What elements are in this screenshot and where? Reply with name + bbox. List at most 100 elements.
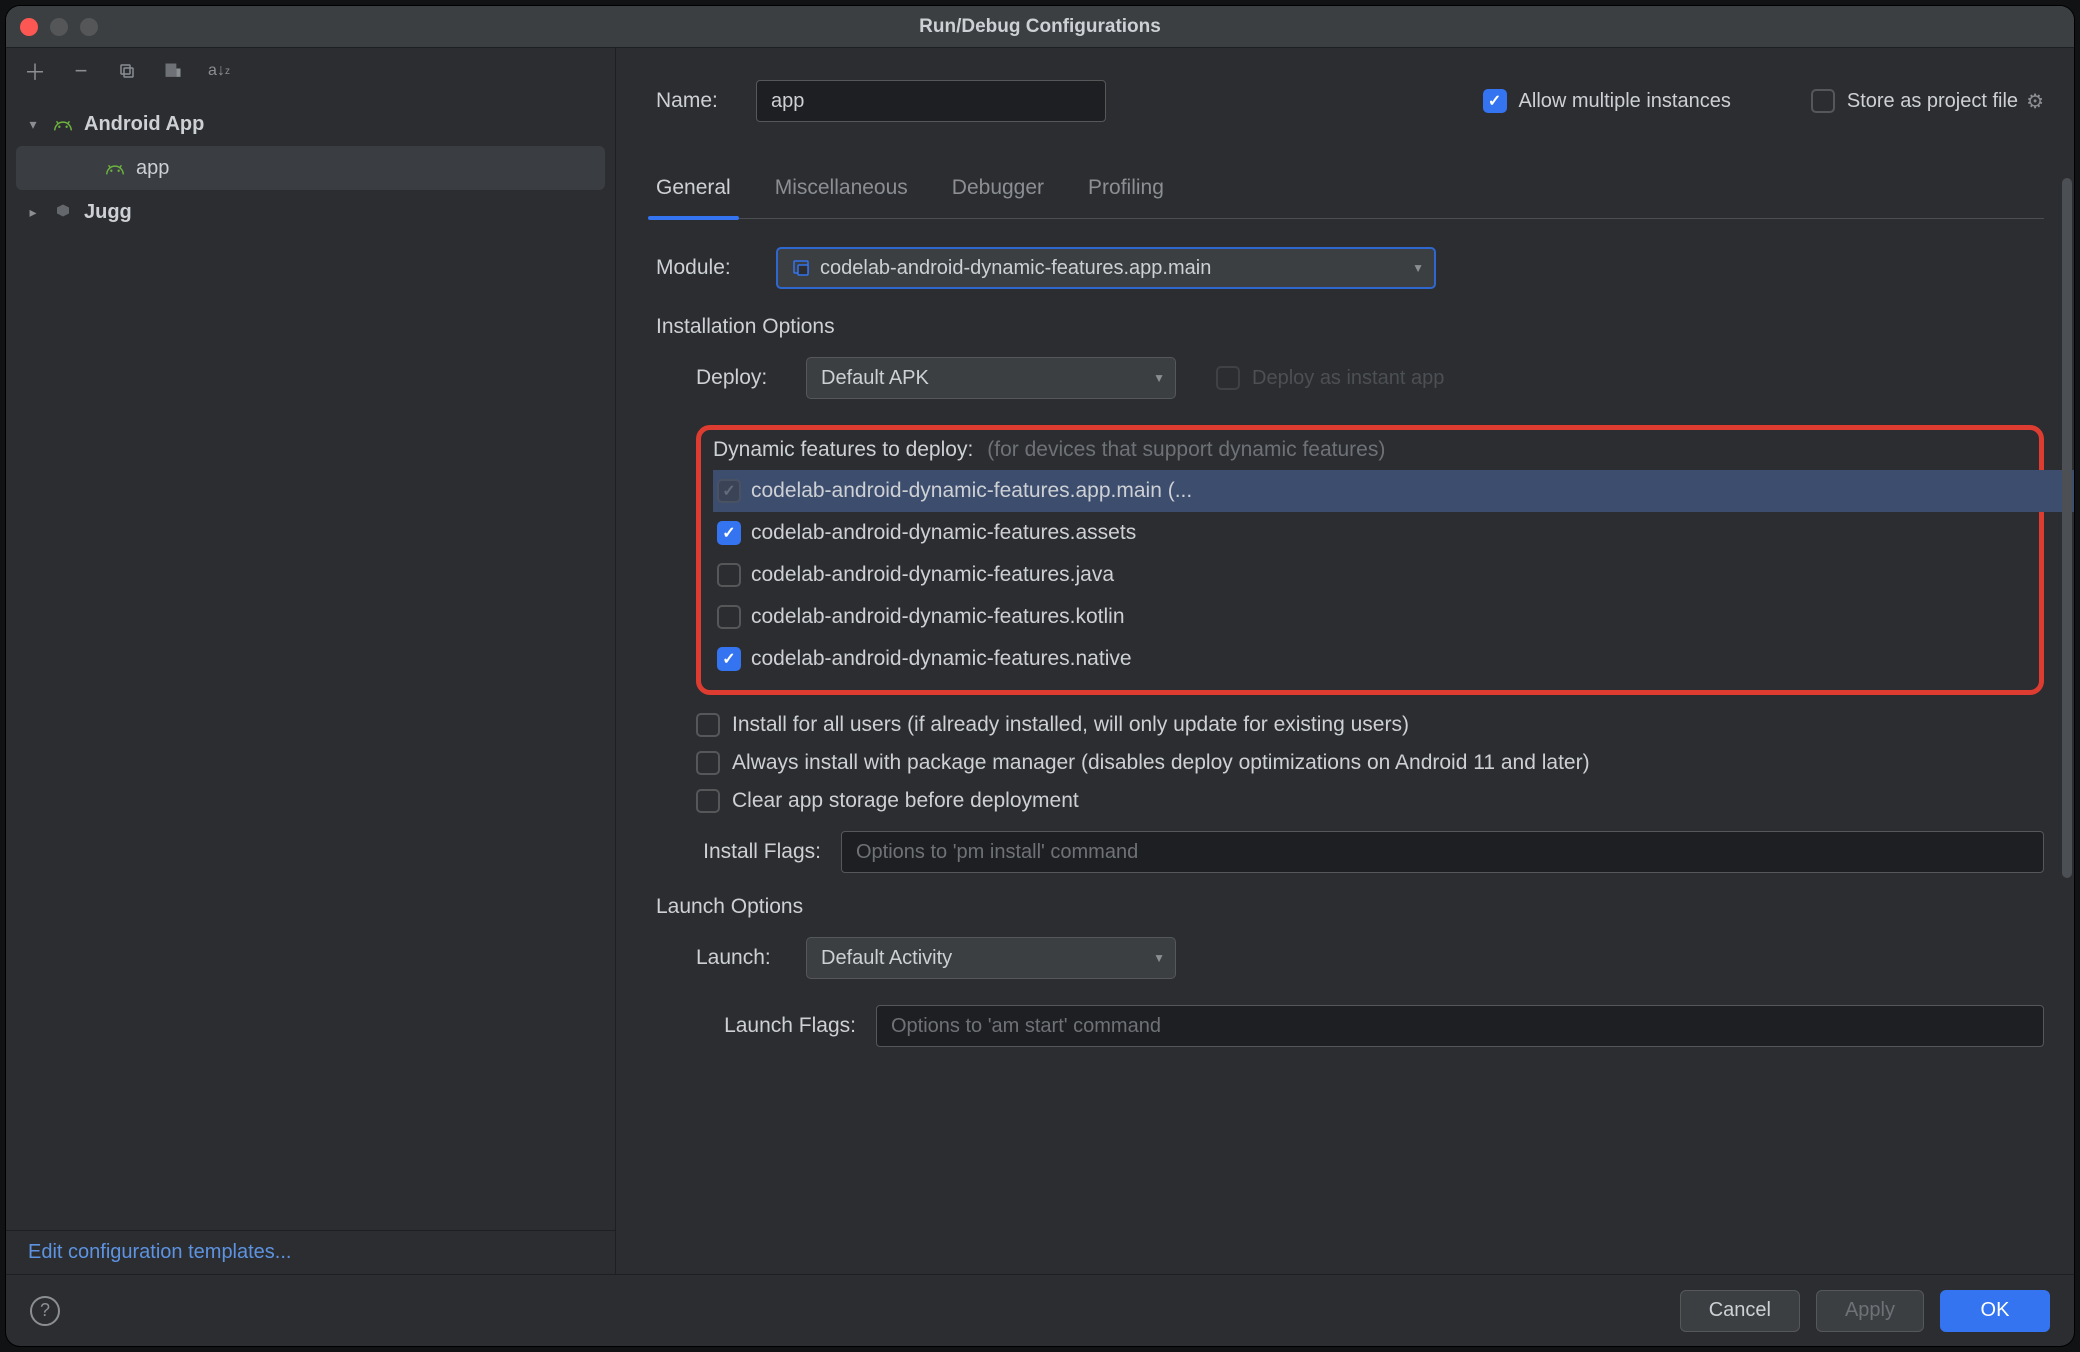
- dynamic-feature-item[interactable]: codelab-android-dynamic-features.native: [713, 638, 2027, 680]
- launch-block: Launch: Default Activity ▼ Launch Flags:: [656, 937, 2044, 1047]
- checkbox-label: Install for all users (if already instal…: [732, 713, 1409, 737]
- checkbox-icon: [1811, 89, 1835, 113]
- launch-select[interactable]: Default Activity ▼: [806, 937, 1176, 979]
- checkbox-label: Always install with package manager (dis…: [732, 751, 1590, 775]
- cancel-button[interactable]: Cancel: [1680, 1290, 1800, 1332]
- launch-flags-input[interactable]: [876, 1005, 2044, 1047]
- config-sidebar: ＋ − a↓z ▾ Android App: [6, 48, 616, 1274]
- name-row: Name: Allow multiple instances Store as …: [656, 80, 2044, 122]
- checkbox-icon: [717, 647, 741, 671]
- launch-value: Default Activity: [821, 947, 952, 970]
- chevron-down-icon: ▼: [1153, 371, 1165, 385]
- module-row: Module: codelab-android-dynamic-features…: [656, 247, 2044, 289]
- config-name-input[interactable]: [756, 80, 1106, 122]
- config-main: Name: Allow multiple instances Store as …: [616, 48, 2074, 1274]
- install-flags-input[interactable]: [841, 831, 2044, 873]
- tree-label: app: [136, 157, 169, 180]
- android-icon: [52, 113, 74, 135]
- launch-options-title: Launch Options: [656, 895, 2044, 919]
- chevron-down-icon: ▼: [1412, 261, 1424, 275]
- deploy-instant-checkbox: Deploy as instant app: [1216, 366, 1444, 390]
- scrollbar-thumb[interactable]: [2062, 178, 2072, 878]
- checkbox-icon: [717, 605, 741, 629]
- install-options-checks: Install for all users (if already instal…: [696, 713, 2044, 813]
- run-debug-config-window: Run/Debug Configurations ＋ − a↓z ▾: [6, 6, 2074, 1346]
- dynamic-features-hint: (for devices that support dynamic featur…: [987, 438, 1385, 462]
- name-label: Name:: [656, 89, 756, 113]
- tree-group-android-app[interactable]: ▾ Android App: [16, 102, 605, 146]
- save-config-icon[interactable]: [162, 60, 184, 82]
- tab-general[interactable]: General: [656, 176, 731, 218]
- window-title: Run/Debug Configurations: [6, 16, 2074, 38]
- allow-multiple-checkbox[interactable]: Allow multiple instances: [1483, 89, 1731, 113]
- dynamic-feature-label: codelab-android-dynamic-features.assets: [751, 521, 1136, 545]
- dynamic-feature-label: codelab-android-dynamic-features.native: [751, 647, 1132, 671]
- tab-debugger[interactable]: Debugger: [952, 176, 1044, 218]
- config-tree: ▾ Android App app ▸: [6, 94, 615, 1230]
- dynamic-feature-item[interactable]: codelab-android-dynamic-features.assets: [713, 512, 2027, 554]
- sort-config-icon[interactable]: a↓z: [208, 60, 230, 82]
- apply-button[interactable]: Apply: [1816, 1290, 1924, 1332]
- checkbox-icon: [1216, 366, 1240, 390]
- module-select[interactable]: codelab-android-dynamic-features.app.mai…: [776, 247, 1436, 289]
- tab-profiling[interactable]: Profiling: [1088, 176, 1164, 218]
- checkbox-icon: [1483, 89, 1507, 113]
- install-all-users-checkbox[interactable]: Install for all users (if already instal…: [696, 713, 2044, 737]
- tree-group-jugg[interactable]: ▸ Jugg: [16, 190, 605, 234]
- checkbox-icon: [696, 751, 720, 775]
- checkbox-icon: [717, 521, 741, 545]
- always-package-manager-checkbox[interactable]: Always install with package manager (dis…: [696, 751, 2044, 775]
- checkbox-label: Store as project file: [1847, 90, 2018, 113]
- module-label: Module:: [656, 256, 776, 280]
- dynamic-feature-item[interactable]: codelab-android-dynamic-features.java: [713, 554, 2027, 596]
- install-flags-label: Install Flags:: [656, 840, 821, 864]
- checkbox-label: Allow multiple instances: [1519, 90, 1731, 113]
- launch-row: Launch: Default Activity ▼: [696, 937, 2044, 979]
- compose-icon: [52, 201, 74, 223]
- deploy-select[interactable]: Default APK ▼: [806, 357, 1176, 399]
- checkbox-icon: [717, 479, 741, 503]
- help-button[interactable]: ?: [30, 1296, 60, 1326]
- titlebar: Run/Debug Configurations: [6, 6, 2074, 48]
- checkbox-label: Deploy as instant app: [1252, 367, 1444, 390]
- dynamic-features-label: Dynamic features to deploy:: [713, 438, 973, 462]
- gear-icon[interactable]: ⚙: [2026, 89, 2044, 114]
- dynamic-feature-label: codelab-android-dynamic-features.app.mai…: [751, 479, 1192, 503]
- chevron-down-icon: ▼: [1153, 951, 1165, 965]
- checkbox-icon: [717, 563, 741, 587]
- tree-item-app[interactable]: app: [16, 146, 605, 190]
- installation-block: Deploy: Default APK ▼ Deploy as instant …: [656, 357, 2044, 873]
- checkbox-label: Clear app storage before deployment: [732, 789, 1079, 813]
- dynamic-feature-item[interactable]: codelab-android-dynamic-features.app.mai…: [713, 470, 2074, 512]
- android-icon: [104, 157, 126, 179]
- dynamic-features-list: codelab-android-dynamic-features.app.mai…: [713, 470, 2027, 680]
- launch-flags-label: Launch Flags:: [656, 1014, 856, 1038]
- deploy-row: Deploy: Default APK ▼ Deploy as instant …: [696, 357, 2044, 399]
- dialog-button-bar: ? Cancel Apply OK: [6, 1274, 2074, 1346]
- ok-button[interactable]: OK: [1940, 1290, 2050, 1332]
- tab-miscellaneous[interactable]: Miscellaneous: [775, 176, 908, 218]
- checkbox-icon: [696, 713, 720, 737]
- store-as-project-checkbox[interactable]: Store as project file: [1811, 89, 2018, 113]
- dialog-body: ＋ − a↓z ▾ Android App: [6, 48, 2074, 1274]
- remove-config-icon[interactable]: −: [70, 60, 92, 82]
- clear-storage-checkbox[interactable]: Clear app storage before deployment: [696, 789, 2044, 813]
- tabs: General Miscellaneous Debugger Profiling: [656, 176, 2044, 219]
- module-icon: [792, 258, 812, 278]
- copy-config-icon[interactable]: [116, 60, 138, 82]
- sidebar-toolbar: ＋ − a↓z: [6, 48, 615, 94]
- add-config-icon[interactable]: ＋: [24, 60, 46, 82]
- installation-options-title: Installation Options: [656, 315, 2044, 339]
- dynamic-features-header: Dynamic features to deploy: (for devices…: [713, 438, 2027, 462]
- main-scroll[interactable]: Name: Allow multiple instances Store as …: [616, 48, 2074, 1274]
- chevron-right-icon: ▸: [24, 204, 42, 221]
- launch-label: Launch:: [696, 946, 806, 970]
- dynamic-feature-label: codelab-android-dynamic-features.kotlin: [751, 605, 1125, 629]
- launch-flags-row: Launch Flags:: [656, 1005, 2044, 1047]
- dynamic-feature-item[interactable]: codelab-android-dynamic-features.kotlin: [713, 596, 2027, 638]
- dynamic-feature-label: codelab-android-dynamic-features.java: [751, 563, 1114, 587]
- dynamic-features-block: Dynamic features to deploy: (for devices…: [696, 425, 2044, 695]
- deploy-label: Deploy:: [696, 366, 806, 390]
- edit-templates-link[interactable]: Edit configuration templates...: [28, 1241, 291, 1263]
- checkbox-icon: [696, 789, 720, 813]
